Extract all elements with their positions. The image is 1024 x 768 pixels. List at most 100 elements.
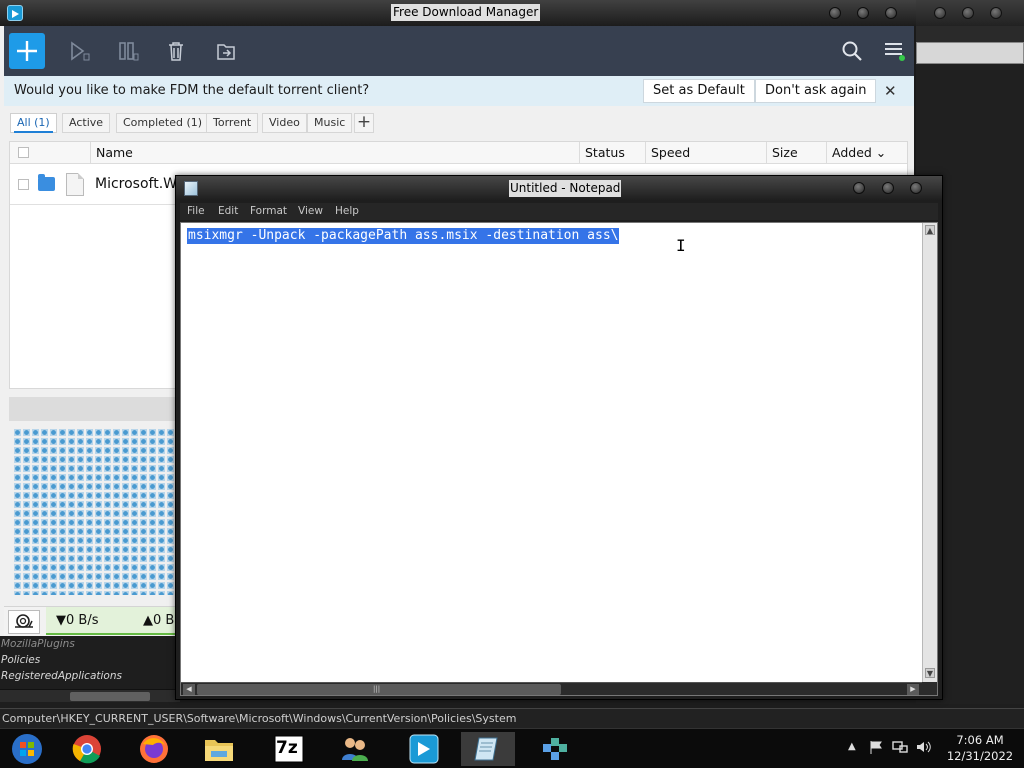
minimize-button[interactable] — [934, 7, 946, 19]
row-checkbox[interactable] — [18, 179, 29, 190]
delete-button[interactable] — [165, 40, 187, 62]
column-size[interactable]: Size — [766, 142, 826, 164]
start-orb-icon — [12, 734, 42, 764]
regedit-icon — [543, 738, 567, 760]
fdm-toolbar — [4, 26, 914, 76]
notepad-titlebar: Untitled - Notepad — [176, 176, 942, 201]
system-clock[interactable]: 7:06 AM 12/31/2022 — [940, 732, 1020, 764]
filter-tabs: All (1) Active Completed (1) Torrent Vid… — [4, 110, 914, 136]
taskbar-file-explorer[interactable] — [192, 732, 246, 766]
fdm-window-title: Free Download Manager — [391, 4, 541, 21]
notepad-window-title: Untitled - Notepad — [509, 180, 622, 197]
close-button[interactable] — [990, 7, 1002, 19]
file-explorer-icon — [205, 740, 233, 761]
torrent-pieces-map — [14, 429, 176, 595]
tab-video[interactable]: Video — [262, 113, 307, 133]
menu-icon — [885, 43, 902, 45]
tab-active[interactable]: Active — [62, 113, 111, 133]
scroll-down-icon[interactable]: ▼ — [925, 668, 935, 678]
fdm-titlebar: Free Download Manager — [0, 0, 916, 26]
set-as-default-button[interactable]: Set as Default — [643, 79, 755, 103]
menu-help[interactable]: Help — [335, 203, 359, 219]
update-indicator-dot — [899, 55, 905, 61]
7zip-label: 7z — [276, 738, 298, 758]
resize-grip-icon[interactable] — [922, 682, 937, 695]
upload-speed: ▲0 B — [143, 613, 175, 628]
registry-tree: MozillaPlugins Policies RegisteredApplic… — [0, 636, 200, 688]
speed-mode-button[interactable] — [8, 610, 40, 634]
taskbar-7zip[interactable]: 7z — [262, 732, 316, 766]
taskbar: 7z ▲ 7:06 AM 12/31/2022 — [0, 728, 1024, 768]
tree-horizontal-scrollbar[interactable] — [0, 689, 180, 702]
taskbar-fdm[interactable] — [397, 732, 451, 766]
menu-format[interactable]: Format — [250, 203, 287, 219]
notepad-minimize-button[interactable] — [853, 182, 865, 194]
taskbar-notepad[interactable] — [461, 732, 515, 766]
notepad-maximize-button[interactable] — [882, 182, 894, 194]
column-added[interactable]: Added ⌄ — [826, 142, 907, 164]
taskbar-regedit[interactable] — [528, 732, 582, 766]
select-all-checkbox[interactable] — [18, 147, 29, 158]
tree-item-registeredapplications[interactable]: RegisteredApplications — [0, 668, 200, 684]
tab-completed[interactable]: Completed (1) — [116, 113, 210, 133]
scroll-right-icon[interactable]: ▶ — [907, 684, 919, 695]
fdm-close-button[interactable] — [885, 7, 897, 19]
tab-music[interactable]: Music — [307, 113, 353, 133]
pause-icon — [119, 42, 139, 61]
search-icon — [842, 41, 862, 61]
move-to-folder-button[interactable] — [215, 40, 237, 62]
list-header: Name Status Speed Size Added ⌄ — [10, 142, 907, 164]
vertical-scrollbar[interactable]: ▲ ▼ — [922, 223, 937, 682]
pause-button[interactable] — [117, 40, 139, 62]
resume-button[interactable] — [68, 40, 90, 62]
menu-file[interactable]: File — [187, 203, 205, 219]
network-icon[interactable] — [892, 740, 908, 754]
menu-edit[interactable]: Edit — [218, 203, 238, 219]
file-icon — [66, 173, 84, 196]
dont-ask-again-button[interactable]: Don't ask again — [755, 79, 877, 103]
menu-view[interactable]: View — [298, 203, 323, 219]
notepad-close-button[interactable] — [910, 182, 922, 194]
scroll-up-icon[interactable]: ▲ — [925, 225, 935, 235]
start-button[interactable] — [0, 732, 54, 766]
volume-icon[interactable] — [916, 740, 932, 754]
regedit-titlebar — [916, 0, 1024, 26]
download-speed: ▼0 B/s — [56, 613, 99, 628]
column-name[interactable]: Name — [90, 142, 579, 164]
maximize-button[interactable] — [962, 7, 974, 19]
notepad-app-icon — [184, 181, 198, 196]
search-button[interactable] — [841, 40, 863, 62]
notepad-icon — [474, 737, 498, 761]
folder-icon[interactable] — [38, 174, 55, 191]
notepad-text-area[interactable]: msixmgr -Unpack -packagePath ass.msix -d… — [180, 222, 938, 696]
horizontal-scrollbar[interactable]: ◀ ||| ▶ — [181, 682, 922, 695]
download-name: Microsoft.Wi — [95, 176, 181, 192]
action-center-flag-icon[interactable] — [869, 740, 883, 754]
tab-torrent[interactable]: Torrent — [206, 113, 259, 133]
taskbar-network-users[interactable] — [328, 732, 382, 766]
banner-close-icon[interactable]: ✕ — [884, 82, 897, 100]
scrollbar-thumb[interactable] — [70, 692, 150, 701]
fdm-maximize-button[interactable] — [857, 7, 869, 19]
resume-icon — [71, 41, 90, 61]
clock-date: 12/31/2022 — [946, 749, 1014, 763]
fdm-logo-icon — [7, 5, 23, 21]
scroll-left-icon[interactable]: ◀ — [183, 684, 195, 695]
regedit-menubar — [916, 26, 1024, 42]
show-hidden-icons-icon[interactable]: ▲ — [848, 741, 856, 752]
column-status[interactable]: Status — [579, 142, 645, 164]
add-download-button[interactable] — [9, 33, 45, 69]
speed-indicator: ▼0 B/s ▲0 B — [46, 607, 180, 635]
fdm-minimize-button[interactable] — [829, 7, 841, 19]
taskbar-chrome[interactable] — [60, 732, 114, 766]
tree-item-policies[interactable]: Policies — [0, 652, 200, 668]
tab-all[interactable]: All (1) — [10, 113, 57, 133]
column-speed[interactable]: Speed — [645, 142, 766, 164]
notepad-menubar: File Edit Format View Help — [180, 203, 938, 220]
selected-text[interactable]: msixmgr -Unpack -packagePath ass.msix -d… — [187, 228, 620, 244]
chrome-icon — [72, 735, 101, 764]
add-filter-button[interactable]: + — [354, 113, 374, 133]
grip-icon: ||| — [373, 685, 381, 693]
tree-item-mozillaplugins[interactable]: MozillaPlugins — [0, 636, 200, 652]
taskbar-firefox[interactable] — [127, 732, 181, 766]
